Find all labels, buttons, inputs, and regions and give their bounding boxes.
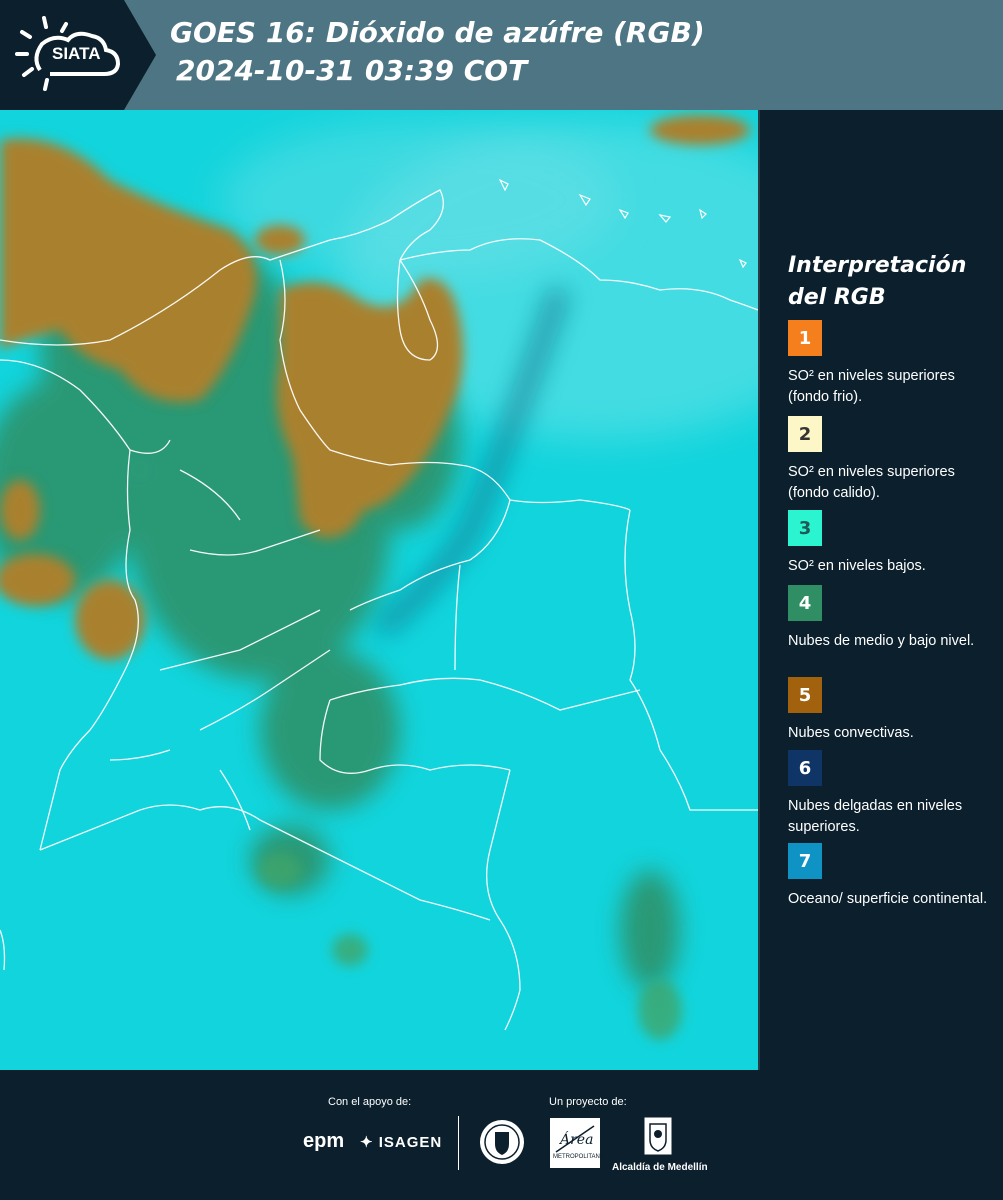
map-frame-edge <box>758 110 760 1070</box>
isagen-mark-icon: ✦ <box>360 1134 374 1151</box>
legend-item-5: 5 Nubes convectivas. <box>788 677 988 744</box>
footer-divider <box>458 1116 459 1170</box>
support-label: Con el apoyo de: <box>328 1096 412 1108</box>
legend-swatch: 6 <box>788 750 822 786</box>
legend-swatch: 1 <box>788 320 822 356</box>
legend-label: SO² en niveles bajos. <box>788 558 926 574</box>
legend-number: 3 <box>798 517 812 539</box>
legend-number: 1 <box>798 327 812 349</box>
legend-number: 6 <box>798 757 812 779</box>
alcaldia-medellin-logo[interactable]: Alcaldía de Medellín <box>612 1116 708 1173</box>
area-logo-text: Área <box>560 1132 594 1148</box>
legend-swatch: 7 <box>788 843 822 879</box>
area-logo-subtext: METROPOLITANA <box>553 1154 604 1160</box>
legend-item-7: 7 Oceano/ superficie continental. <box>788 843 988 910</box>
legend-label: Oceano/ superficie continental. <box>788 891 988 907</box>
legend-label: SO² en niveles superiores (fondo frio). <box>788 368 955 405</box>
legend-item-4: 4 Nubes de medio y bajo nivel. <box>788 585 988 652</box>
legend-label: Nubes delgadas en niveles superiores. <box>788 798 963 835</box>
legend-number: 4 <box>798 592 812 614</box>
legend-label: Nubes de medio y bajo nivel. <box>788 633 975 649</box>
project-label: Un proyecto de: <box>549 1096 627 1108</box>
footer: Con el apoyo de: Un proyecto de: epm ✦ I… <box>0 1070 1003 1200</box>
legend-title: Interpretación del RGB <box>788 253 967 310</box>
legend-number: 5 <box>798 684 812 706</box>
legend-item-2: 2 SO² en niveles superiores (fondo calid… <box>788 416 988 504</box>
siata-logo[interactable]: SIATA <box>0 0 156 110</box>
legend-label: Nubes convectivas. <box>788 725 914 741</box>
timestamp: 2024-10-31 03:39 COT <box>176 54 528 87</box>
medellin-seal-icon[interactable] <box>478 1118 526 1170</box>
legend-label: SO² en niveles superiores (fondo calido)… <box>788 464 955 501</box>
isagen-logo-text: ISAGEN <box>378 1134 443 1151</box>
legend-item-1: 1 SO² en niveles superiores (fondo frio)… <box>788 320 988 408</box>
alcaldia-label: Alcaldía de Medellín <box>612 1162 708 1173</box>
legend-item-3: 3 SO² en niveles bajos. <box>788 510 988 577</box>
header-bar: SIATA GOES 16: Dióxido de azúfre (RGB) 2… <box>0 0 1003 110</box>
siata-logo-text: SIATA <box>52 44 101 63</box>
legend-swatch: 3 <box>788 510 822 546</box>
legend-panel: Interpretación del RGB 1 SO² en niveles … <box>762 110 1003 1070</box>
page-title: GOES 16: Dióxido de azúfre (RGB) <box>170 16 705 49</box>
epm-logo[interactable]: epm <box>303 1130 344 1153</box>
legend-item-6: 6 Nubes delgadas en niveles superiores. <box>788 750 988 838</box>
area-metropolitana-logo[interactable]: Área METROPOLITANA <box>550 1118 604 1172</box>
satellite-map[interactable] <box>0 110 758 1070</box>
legend-number: 2 <box>798 423 812 445</box>
legend-swatch: 2 <box>788 416 822 452</box>
legend-swatch: 5 <box>788 677 822 713</box>
isagen-logo[interactable]: ✦ ISAGEN <box>360 1133 442 1151</box>
legend-number: 7 <box>798 850 812 872</box>
legend-swatch: 4 <box>788 585 822 621</box>
